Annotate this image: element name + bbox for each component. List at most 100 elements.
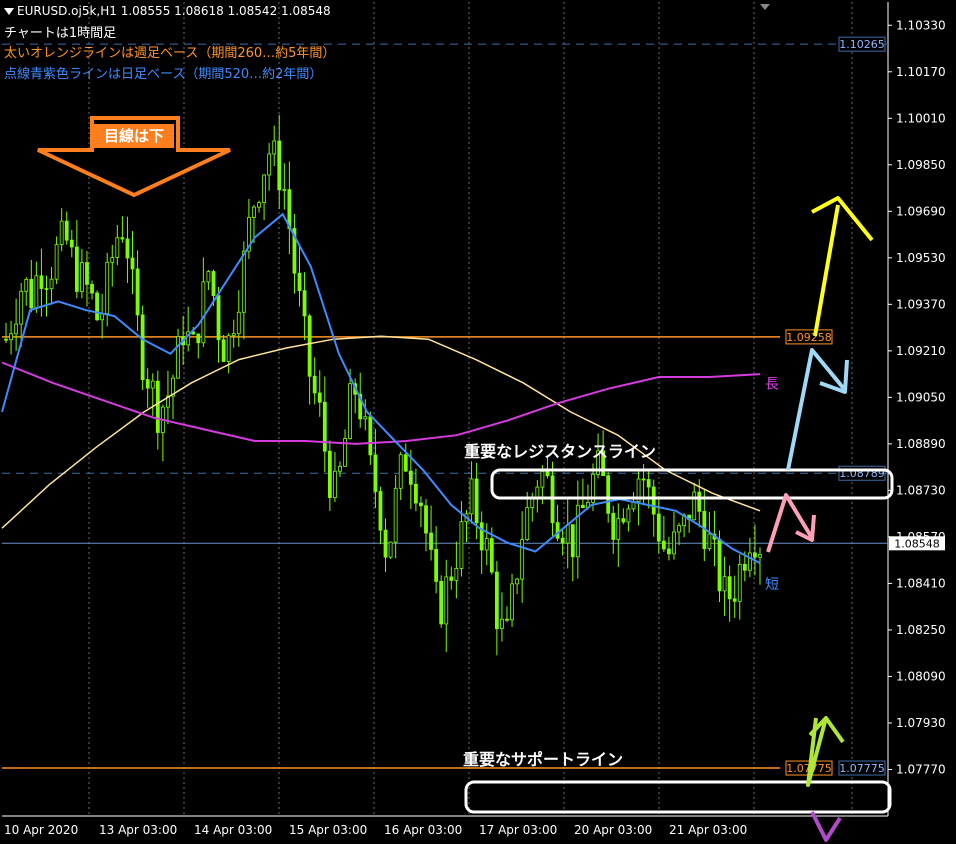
candle-body bbox=[742, 563, 747, 571]
candle-body bbox=[419, 502, 423, 507]
y-tick-label: 1.10170 bbox=[896, 65, 946, 79]
candle-body bbox=[19, 290, 24, 325]
candle-body bbox=[393, 487, 398, 543]
candle-body bbox=[388, 541, 393, 558]
candle-body bbox=[333, 470, 337, 498]
candle-body bbox=[125, 238, 130, 259]
candle-body bbox=[616, 518, 621, 540]
candle-body bbox=[150, 380, 155, 389]
candle-body bbox=[9, 333, 13, 341]
candle-body bbox=[667, 548, 671, 555]
candle-body bbox=[575, 504, 580, 558]
candle-body bbox=[64, 220, 69, 241]
candle-body bbox=[707, 533, 712, 550]
candle-body bbox=[758, 554, 762, 558]
candle-body bbox=[606, 475, 611, 514]
y-tick-label: 1.09370 bbox=[896, 297, 946, 311]
candle-body bbox=[692, 491, 697, 521]
scroll-marker-icon[interactable] bbox=[760, 4, 770, 10]
candle-body bbox=[201, 281, 206, 344]
candle-body bbox=[130, 257, 135, 270]
candle-body bbox=[505, 618, 509, 621]
candle-body bbox=[252, 206, 256, 218]
y-tick-label: 1.09210 bbox=[896, 344, 946, 358]
candle-body bbox=[140, 314, 145, 381]
arrow-label: 目線は下 bbox=[104, 127, 164, 145]
candle-body bbox=[697, 491, 702, 512]
candle-body bbox=[403, 454, 408, 472]
candle-body bbox=[525, 507, 530, 541]
candle-body bbox=[753, 552, 757, 558]
candle-body bbox=[621, 518, 626, 523]
candle-body bbox=[110, 257, 115, 263]
x-tick-label: 20 Apr 03:00 bbox=[574, 823, 652, 837]
candle-body bbox=[327, 450, 332, 498]
candle-body bbox=[408, 470, 413, 485]
candle-body bbox=[211, 271, 216, 296]
candle-body bbox=[120, 237, 125, 240]
candle-body bbox=[85, 262, 89, 285]
candle-body bbox=[317, 392, 322, 403]
candle-body bbox=[115, 237, 120, 258]
candle-body bbox=[656, 513, 661, 542]
candle-body bbox=[14, 323, 19, 335]
candle-body bbox=[383, 529, 388, 558]
candle-body bbox=[368, 416, 373, 456]
candle-body bbox=[90, 283, 94, 294]
candle-body bbox=[297, 272, 302, 292]
candle-body bbox=[545, 471, 550, 477]
candle-body bbox=[34, 275, 39, 309]
scenario-arrow-up-yellow-head-icon bbox=[811, 196, 874, 242]
y-tick-label: 1.08730 bbox=[896, 483, 946, 497]
x-tick-label: 17 Apr 03:00 bbox=[479, 823, 557, 837]
candle-body bbox=[459, 521, 464, 569]
candle-body bbox=[454, 568, 459, 581]
label-1-10265: 1.10265 bbox=[839, 38, 885, 51]
candle-body bbox=[24, 279, 29, 292]
candle-body bbox=[489, 538, 494, 573]
candle-body bbox=[626, 508, 631, 523]
candle-body bbox=[560, 537, 565, 544]
candle-body bbox=[29, 279, 34, 309]
price-chart[interactable]: 10 Apr 2020 13 Apr 03:00 14 Apr 03:00 15 Ap… bbox=[0, 0, 956, 844]
current-price-label: 1.08548 bbox=[894, 537, 940, 550]
candle-body bbox=[221, 339, 226, 362]
candle-body bbox=[449, 576, 454, 581]
ma-long-line bbox=[1, 361, 761, 445]
candle-body bbox=[236, 311, 241, 335]
candle-body bbox=[737, 563, 742, 602]
candle-body bbox=[555, 522, 560, 539]
candle-body bbox=[338, 465, 342, 472]
candle-body bbox=[722, 576, 727, 592]
x-tick-label: 15 Apr 03:00 bbox=[289, 823, 367, 837]
candle-body bbox=[424, 505, 428, 534]
candle-body bbox=[434, 549, 439, 582]
candle-body bbox=[49, 278, 54, 290]
candle-body bbox=[484, 538, 489, 551]
candle-body bbox=[348, 383, 353, 439]
candle-body bbox=[262, 174, 266, 204]
candle-body bbox=[677, 525, 681, 533]
candle-body bbox=[363, 416, 368, 420]
candle-body bbox=[322, 401, 327, 452]
y-tick-label: 1.09690 bbox=[896, 204, 946, 218]
candle-body bbox=[272, 140, 277, 155]
candle-body bbox=[312, 375, 317, 394]
candle-body bbox=[59, 220, 64, 245]
candle-body bbox=[520, 539, 525, 580]
y-tick-label: 1.08250 bbox=[896, 623, 946, 637]
candle-body bbox=[474, 478, 479, 524]
y-tick-label: 1.07930 bbox=[896, 716, 946, 730]
candle-body bbox=[155, 380, 160, 433]
candle-body bbox=[44, 288, 49, 290]
ma-long-label: 長 bbox=[765, 377, 779, 393]
candle-body bbox=[444, 576, 449, 625]
label-1-09258: 1.09258 bbox=[786, 331, 832, 344]
candle-body bbox=[611, 512, 616, 540]
x-tick-label: 14 Apr 03:00 bbox=[194, 823, 272, 837]
candle-body bbox=[413, 483, 418, 504]
x-tick-label: 21 Apr 03:00 bbox=[669, 823, 747, 837]
candle-body bbox=[717, 538, 722, 592]
support-highlight-box bbox=[464, 780, 892, 814]
y-tick-label: 1.08890 bbox=[896, 437, 946, 451]
